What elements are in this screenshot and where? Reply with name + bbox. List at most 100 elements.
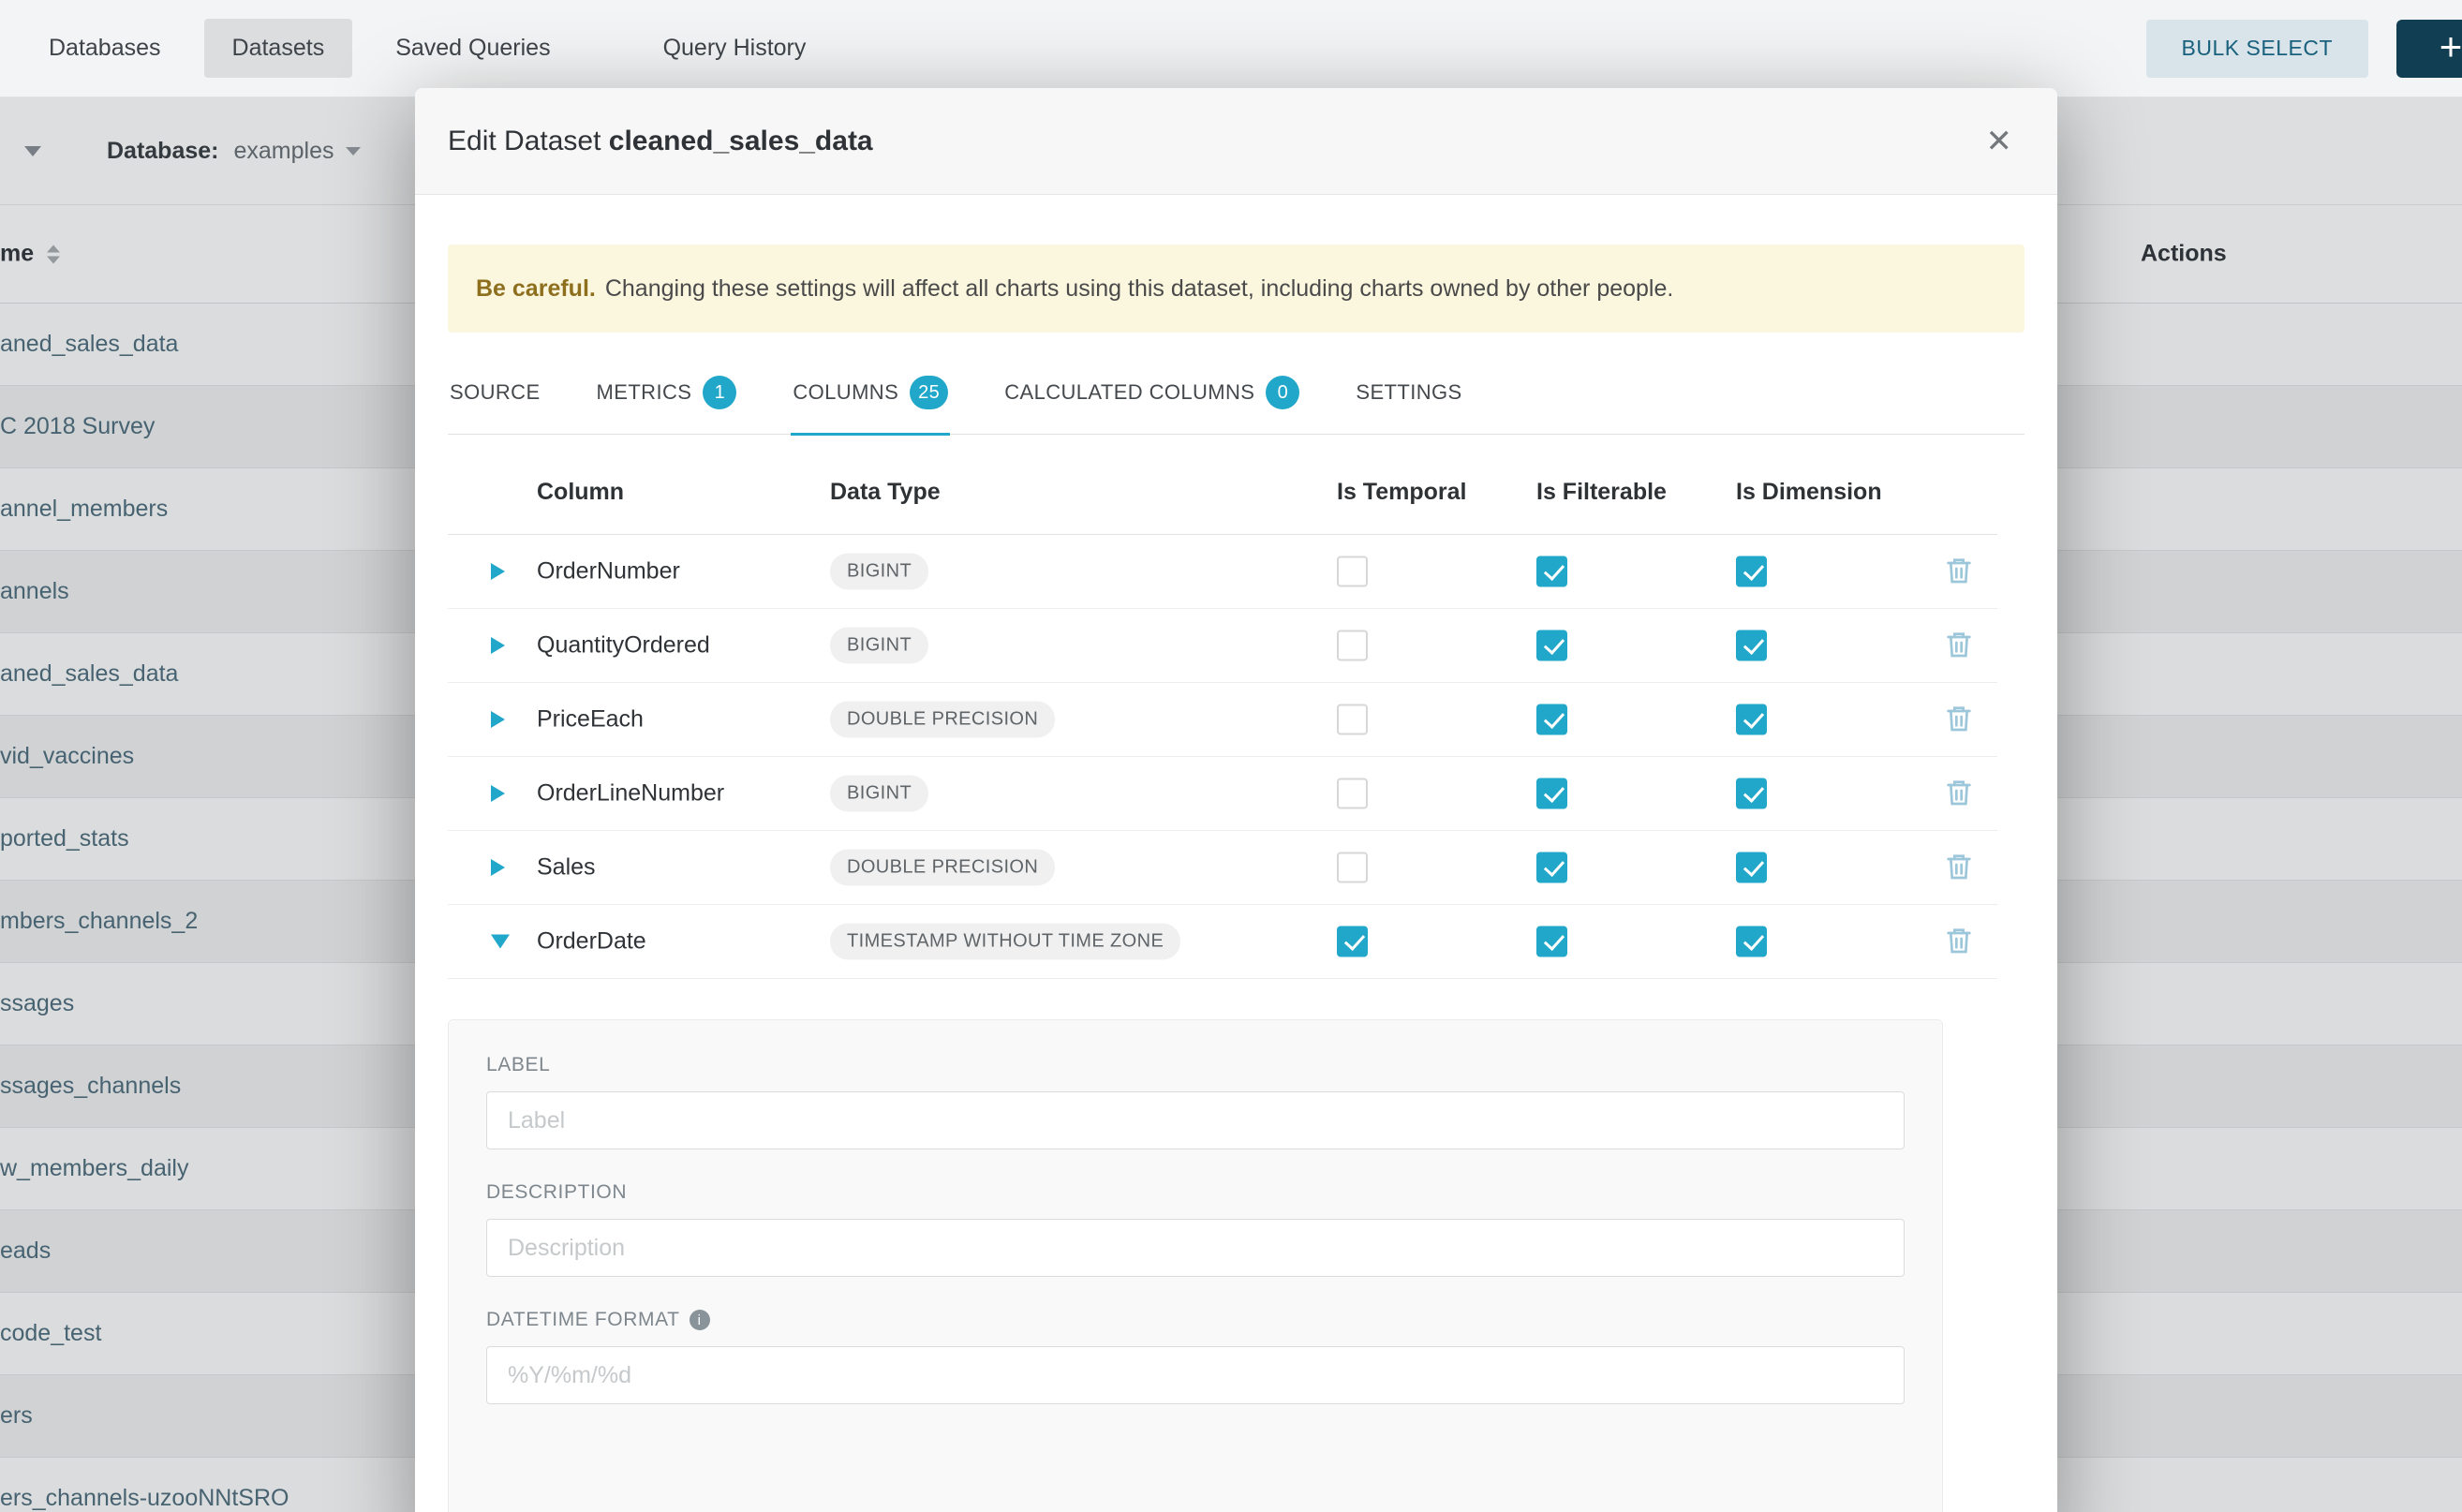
- modal-tabs: SOURCE METRICS 1 COLUMNS 25 CALCULATED C…: [448, 366, 2024, 435]
- expand-caret-icon[interactable]: [491, 785, 505, 802]
- is-filterable-checkbox[interactable]: [1536, 556, 1567, 587]
- trash-icon: [1944, 852, 1974, 882]
- delete-column-button[interactable]: [1943, 926, 1975, 957]
- warning-banner: Be careful. Changing these settings will…: [448, 245, 2024, 333]
- label-field-label: LABEL: [486, 1054, 1905, 1076]
- nav-item-databases[interactable]: Databases: [21, 19, 189, 78]
- modal-title: Edit Dataset cleaned_sales_data: [448, 126, 873, 157]
- datetime-format-field-group: DATETIME FORMAT i: [486, 1309, 1905, 1404]
- is-dimension-checkbox[interactable]: [1736, 556, 1767, 587]
- plus-icon: +: [2440, 27, 2462, 67]
- is-dimension-checkbox[interactable]: [1736, 778, 1767, 809]
- is-filterable-checkbox[interactable]: [1536, 704, 1567, 735]
- delete-column-button[interactable]: [1943, 852, 1975, 883]
- tab-metrics-label: METRICS: [597, 380, 692, 405]
- column-name: PriceEach: [537, 706, 644, 734]
- tab-source-label: SOURCE: [450, 380, 541, 405]
- delete-column-button[interactable]: [1943, 778, 1975, 809]
- add-dataset-button[interactable]: +: [2396, 20, 2462, 78]
- data-type-pill: BIGINT: [830, 628, 928, 664]
- top-nav: Databases Datasets Saved Queries Query H…: [0, 0, 2462, 97]
- column-row: PriceEach DOUBLE PRECISION: [448, 683, 1997, 757]
- is-filterable-header: Is Filterable: [1536, 479, 1667, 506]
- expand-caret-icon[interactable]: [491, 711, 505, 728]
- expand-caret-icon[interactable]: [491, 563, 505, 580]
- is-dimension-checkbox[interactable]: [1736, 704, 1767, 735]
- data-type-pill: DOUBLE PRECISION: [830, 850, 1055, 886]
- expand-caret-icon[interactable]: [491, 859, 505, 876]
- collapse-caret-icon[interactable]: [491, 935, 510, 949]
- is-temporal-checkbox[interactable]: [1337, 926, 1368, 957]
- label-field-label-text: LABEL: [486, 1054, 550, 1076]
- is-filterable-checkbox[interactable]: [1536, 926, 1567, 957]
- tab-source[interactable]: SOURCE: [448, 366, 542, 434]
- label-input[interactable]: [486, 1091, 1905, 1149]
- data-type-pill: BIGINT: [830, 554, 928, 590]
- column-name: OrderLineNumber: [537, 780, 724, 808]
- tab-metrics[interactable]: METRICS 1: [595, 366, 739, 434]
- is-filterable-checkbox[interactable]: [1536, 778, 1567, 809]
- data-type-pill: BIGINT: [830, 776, 928, 812]
- is-dimension-checkbox[interactable]: [1736, 852, 1767, 883]
- calculated-columns-count-badge: 0: [1266, 376, 1299, 409]
- column-header: Column: [537, 479, 624, 506]
- nav-item-query-history[interactable]: Query History: [635, 19, 835, 78]
- column-row: QuantityOrdered BIGINT: [448, 609, 1997, 683]
- nav-item-saved-queries[interactable]: Saved Queries: [367, 19, 578, 78]
- bulk-select-button[interactable]: BULK SELECT: [2146, 20, 2368, 78]
- column-name: Sales: [537, 854, 596, 882]
- is-temporal-checkbox[interactable]: [1337, 630, 1368, 661]
- close-icon: ✕: [1986, 124, 2013, 159]
- column-row-expanded: OrderDate TIMESTAMP WITHOUT TIME ZONE: [448, 905, 1997, 979]
- columns-count-badge: 25: [910, 376, 948, 409]
- tab-columns-label: COLUMNS: [793, 380, 898, 405]
- is-dimension-header: Is Dimension: [1736, 479, 1882, 506]
- info-icon[interactable]: i: [690, 1310, 710, 1330]
- tab-columns[interactable]: COLUMNS 25: [791, 366, 950, 434]
- modal-title-prefix: Edit Dataset: [448, 126, 601, 156]
- column-row: Sales DOUBLE PRECISION: [448, 831, 1997, 905]
- column-detail-panel: LABEL DESCRIPTION DATETIME FORMAT i: [448, 1019, 1943, 1512]
- datetime-format-label-text: DATETIME FORMAT: [486, 1309, 680, 1331]
- column-name: QuantityOrdered: [537, 632, 710, 660]
- trash-icon: [1944, 704, 1974, 734]
- delete-column-button[interactable]: [1943, 630, 1975, 661]
- description-field-group: DESCRIPTION: [486, 1181, 1905, 1277]
- description-field-label-text: DESCRIPTION: [486, 1181, 627, 1204]
- is-filterable-checkbox[interactable]: [1536, 852, 1567, 883]
- description-input[interactable]: [486, 1219, 1905, 1277]
- column-row: OrderLineNumber BIGINT: [448, 757, 1997, 831]
- nav-item-datasets[interactable]: Datasets: [204, 19, 353, 78]
- modal-header: Edit Dataset cleaned_sales_data ✕: [415, 88, 2057, 195]
- is-temporal-header: Is Temporal: [1337, 479, 1466, 506]
- datetime-format-input[interactable]: [486, 1346, 1905, 1404]
- delete-column-button[interactable]: [1943, 704, 1975, 735]
- warning-banner-text: Changing these settings will affect all …: [605, 275, 1674, 303]
- tab-calculated-columns-label: CALCULATED COLUMNS: [1004, 380, 1254, 405]
- is-temporal-checkbox[interactable]: [1337, 704, 1368, 735]
- trash-icon: [1944, 778, 1974, 808]
- description-field-label: DESCRIPTION: [486, 1181, 1905, 1204]
- is-temporal-checkbox[interactable]: [1337, 778, 1368, 809]
- data-type-header: Data Type: [830, 479, 941, 506]
- label-field-group: LABEL: [486, 1054, 1905, 1149]
- delete-column-button[interactable]: [1943, 556, 1975, 587]
- tab-settings[interactable]: SETTINGS: [1354, 366, 1463, 434]
- column-row: OrderNumber BIGINT: [448, 535, 1997, 609]
- column-name: OrderDate: [537, 928, 646, 956]
- trash-icon: [1944, 926, 1974, 956]
- app-screen: Databases Datasets Saved Queries Query H…: [0, 0, 2462, 1512]
- metrics-count-badge: 1: [703, 376, 736, 409]
- trash-icon: [1944, 556, 1974, 586]
- is-temporal-checkbox[interactable]: [1337, 852, 1368, 883]
- expand-caret-icon[interactable]: [491, 637, 505, 654]
- is-filterable-checkbox[interactable]: [1536, 630, 1567, 661]
- data-type-pill: TIMESTAMP WITHOUT TIME ZONE: [830, 924, 1180, 960]
- warning-banner-bold: Be careful.: [476, 275, 596, 303]
- close-button[interactable]: ✕: [1980, 120, 2019, 163]
- column-name: OrderNumber: [537, 558, 680, 586]
- tab-calculated-columns[interactable]: CALCULATED COLUMNS 0: [1002, 366, 1301, 434]
- is-dimension-checkbox[interactable]: [1736, 926, 1767, 957]
- is-temporal-checkbox[interactable]: [1337, 556, 1368, 587]
- is-dimension-checkbox[interactable]: [1736, 630, 1767, 661]
